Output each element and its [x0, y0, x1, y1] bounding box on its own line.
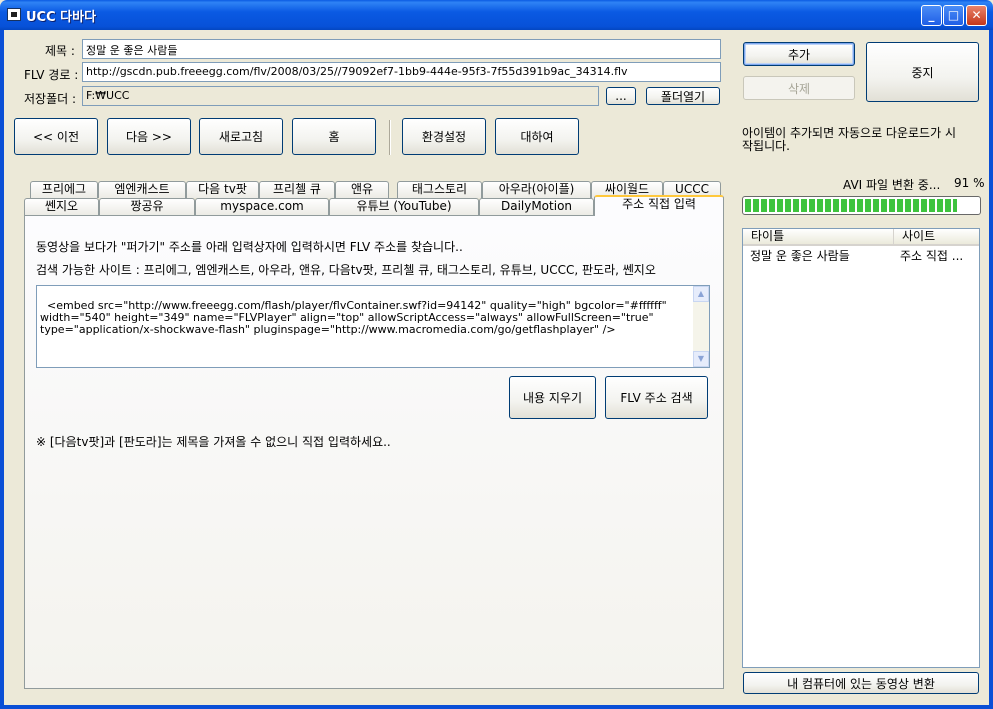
- add-button[interactable]: 추가: [743, 42, 855, 66]
- convert-progress-bar: [742, 196, 981, 215]
- tab-myspace[interactable]: myspace.com: [195, 198, 329, 215]
- column-header-site[interactable]: 사이트: [893, 229, 979, 246]
- open-folder-button[interactable]: 폴더열기: [646, 87, 720, 105]
- convert-percent: 91 %: [954, 176, 985, 190]
- tab-mncast[interactable]: 엠엔캐스트: [98, 181, 186, 198]
- next-button[interactable]: 다음 >>: [107, 118, 191, 155]
- window-frame-right: [989, 30, 993, 709]
- flv-search-button[interactable]: FLV 주소 검색: [605, 376, 708, 419]
- convert-status-text: AVI 파일 변환 중...: [843, 178, 941, 192]
- flv-path-label: FLV 경로 :: [24, 68, 79, 82]
- window-title: UCC 다바다: [26, 10, 97, 25]
- tab-tagstory[interactable]: 태그스토리: [397, 181, 482, 198]
- tab-anyu[interactable]: 앤유: [335, 181, 389, 198]
- window-frame-bottom: [0, 705, 993, 709]
- tab-aura[interactable]: 아우라(아이플): [482, 181, 591, 198]
- embed-code-text: <embed src="http://www.freeegg.com/flash…: [40, 299, 667, 336]
- progress-fill: [745, 199, 958, 212]
- window-frame-left: [0, 30, 4, 709]
- list-item-site: 주소 직접 ...: [900, 249, 964, 263]
- delete-button[interactable]: 삭제: [743, 76, 855, 100]
- supported-sites-text: 검색 가능한 사이트 : 프리에그, 엠엔캐스트, 아우라, 앤유, 다음tv팟…: [36, 263, 656, 277]
- instruction-text: 동영상을 보다가 "퍼가기" 주소를 아래 입력상자에 입력하시면 FLV 주소…: [36, 240, 463, 254]
- tab-freeegg[interactable]: 프리에그: [30, 181, 98, 198]
- stop-button[interactable]: 중지: [866, 42, 979, 102]
- toolbar-separator: [389, 120, 391, 155]
- flv-path-input[interactable]: http://gscdn.pub.freeegg.com/flv/2008/03…: [82, 62, 721, 82]
- settings-button[interactable]: 환경설정: [402, 118, 486, 155]
- about-button[interactable]: 대하여: [495, 118, 579, 155]
- tab-freechal-q[interactable]: 프리첼 큐: [259, 181, 335, 198]
- convert-local-video-button[interactable]: 내 컴퓨터에 있는 동영상 변환: [743, 672, 979, 694]
- save-folder-label: 저장폴더 :: [24, 92, 77, 106]
- tab-daum-tvpot[interactable]: 다음 tv팟: [186, 181, 259, 198]
- title-input[interactable]: 정말 운 좋은 사람들: [82, 39, 721, 59]
- maximize-icon: □: [947, 8, 960, 22]
- info-text-line2: 작됩니다.: [742, 139, 790, 153]
- refresh-button[interactable]: 새로고침: [199, 118, 283, 155]
- tab-jjanggongyu[interactable]: 짱공유: [99, 198, 195, 215]
- embed-code-textarea[interactable]: <embed src="http://www.freeegg.com/flash…: [36, 285, 710, 368]
- title-bar[interactable]: [0, 0, 993, 30]
- textarea-scrollbar[interactable]: ▲ ▼: [693, 286, 709, 367]
- save-folder-input[interactable]: F:₩UCC: [82, 86, 599, 106]
- note-text: ※ [다음tv팟]과 [판도라]는 제목을 가져올 수 없으니 직접 입력하세요…: [36, 435, 391, 449]
- prev-button[interactable]: << 이전: [14, 118, 98, 155]
- minimize-icon: _: [928, 8, 935, 22]
- close-icon: ✕: [971, 8, 982, 22]
- tab-youtube[interactable]: 유튜브 (YouTube): [329, 198, 479, 215]
- home-button[interactable]: 홈: [292, 118, 376, 155]
- tab-direct-input[interactable]: 주소 직접 입력: [594, 195, 724, 216]
- tab-xenzio[interactable]: 쎈지오: [24, 198, 99, 215]
- scroll-up-icon[interactable]: ▲: [693, 286, 709, 302]
- download-listview[interactable]: 타이틀 사이트 정말 운 좋은 사람들 주소 직접 ...: [742, 228, 980, 668]
- maximize-button[interactable]: □: [943, 5, 964, 26]
- scroll-down-icon[interactable]: ▼: [693, 351, 709, 367]
- minimize-button[interactable]: _: [921, 5, 942, 26]
- clear-content-button[interactable]: 내용 지우기: [509, 376, 596, 419]
- close-button[interactable]: ✕: [966, 5, 987, 26]
- title-label: 제목 :: [45, 44, 75, 58]
- column-header-title[interactable]: 타이틀: [743, 229, 893, 246]
- tab-dailymotion[interactable]: DailyMotion: [479, 198, 594, 215]
- list-item-title: 정말 운 좋은 사람들: [750, 249, 850, 263]
- app-icon: [7, 8, 21, 21]
- browse-folder-button[interactable]: ...: [606, 87, 636, 105]
